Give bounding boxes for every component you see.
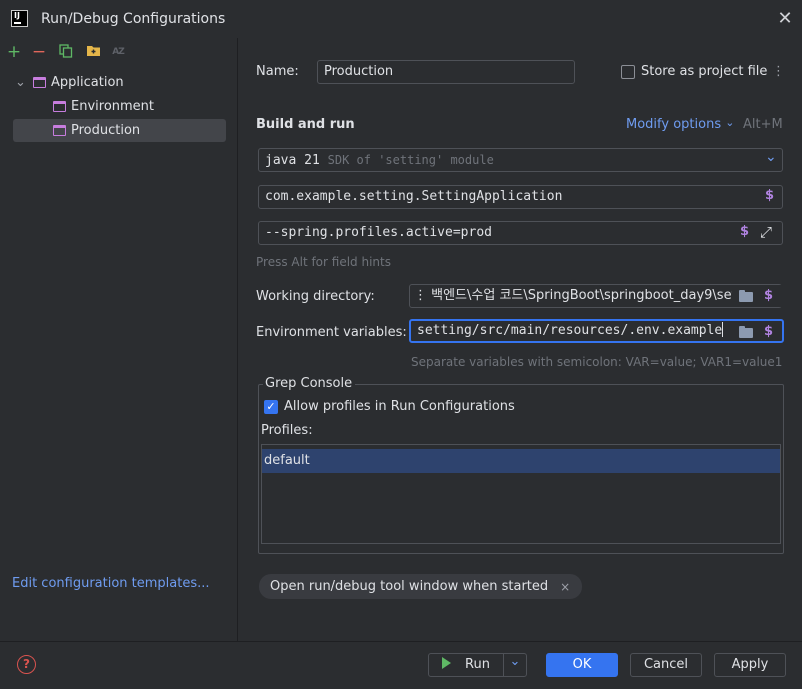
sdk-hint: SDK of 'setting' module bbox=[327, 153, 494, 167]
modify-options-shortcut: Alt+M bbox=[743, 117, 783, 132]
working-directory-value: ⋮ 백엔드\수업 코드\SpringBoot\springboot_day9\s… bbox=[414, 288, 762, 303]
allow-profiles-checkbox[interactable]: ✓ bbox=[264, 400, 278, 414]
tree-item-application[interactable]: ⌄ Application bbox=[13, 71, 226, 94]
intellij-logo-icon: IJ bbox=[11, 10, 28, 27]
copy-icon[interactable] bbox=[58, 44, 74, 60]
chip-label: Open run/debug tool window when started bbox=[270, 579, 549, 594]
macro-dollar-icon[interactable]: $ bbox=[764, 324, 773, 339]
folder-icon[interactable] bbox=[739, 290, 753, 302]
store-as-project-file-label: Store as project file bbox=[641, 64, 768, 79]
sort-alphabetically-icon[interactable]: AZ bbox=[110, 44, 126, 60]
tree-item-label: Production bbox=[71, 123, 141, 138]
section-title-build-and-run: Build and run bbox=[256, 117, 355, 132]
window-title: Run/Debug Configurations bbox=[41, 11, 226, 27]
application-icon bbox=[53, 101, 66, 112]
chevron-down-icon: ⌄ bbox=[725, 116, 735, 129]
environment-variables-label: Environment variables: bbox=[256, 325, 407, 340]
macro-dollar-icon[interactable]: $ bbox=[740, 224, 749, 239]
chevron-down-icon[interactable]: ⌄ bbox=[13, 76, 33, 89]
configurations-sidebar: + − AZ ⌄ Application Environment Product… bbox=[0, 38, 238, 641]
macro-dollar-icon[interactable]: $ bbox=[765, 188, 774, 203]
sdk-select[interactable]: java 21 SDK of 'setting' module bbox=[258, 148, 783, 172]
apply-button[interactable]: Apply bbox=[714, 653, 786, 677]
cancel-button[interactable]: Cancel bbox=[630, 653, 702, 677]
environment-variables-input[interactable]: setting/src/main/resources/.env.example bbox=[409, 319, 784, 343]
edit-configuration-templates-link[interactable]: Edit configuration templates... bbox=[12, 576, 210, 591]
text-cursor bbox=[722, 322, 724, 337]
run-dropdown-button[interactable]: ⌄ bbox=[503, 653, 527, 677]
kebab-menu-icon[interactable]: ⋮ bbox=[772, 64, 785, 79]
application-icon bbox=[53, 125, 66, 136]
expand-icon[interactable]: ⤢ bbox=[760, 223, 772, 241]
ok-button[interactable]: OK bbox=[546, 653, 618, 677]
main-class-input[interactable]: com.example.setting.SettingApplication bbox=[258, 185, 783, 209]
allow-profiles-label: Allow profiles in Run Configurations bbox=[284, 399, 515, 414]
profiles-label: Profiles: bbox=[261, 423, 313, 438]
help-icon[interactable]: ? bbox=[17, 655, 36, 674]
run-label: Run bbox=[465, 657, 490, 672]
program-arguments-input[interactable]: --spring.profiles.active=prod bbox=[258, 221, 783, 245]
modify-options-label: Modify options bbox=[626, 117, 722, 132]
logo-text: IJ bbox=[14, 11, 20, 20]
tree-item-label: Application bbox=[51, 75, 124, 90]
tree-item-production[interactable]: Production bbox=[13, 119, 226, 142]
name-label: Name: bbox=[256, 64, 299, 79]
field-hints-text: Press Alt for field hints bbox=[256, 255, 391, 269]
sdk-value: java 21 bbox=[265, 153, 320, 168]
remove-icon[interactable]: − bbox=[31, 44, 47, 61]
grep-console-title: Grep Console bbox=[263, 376, 356, 391]
environment-variables-value: setting/src/main/resources/.env.example bbox=[417, 323, 723, 338]
add-icon[interactable]: + bbox=[6, 44, 22, 61]
folder-icon[interactable] bbox=[739, 326, 753, 338]
run-button[interactable]: Run bbox=[428, 653, 504, 677]
store-as-project-file-checkbox[interactable] bbox=[621, 65, 635, 79]
application-icon bbox=[33, 77, 46, 88]
profile-list-item[interactable]: default bbox=[262, 449, 780, 473]
run-icon bbox=[442, 657, 452, 669]
open-tool-window-option-chip[interactable]: Open run/debug tool window when started … bbox=[259, 574, 583, 599]
macro-dollar-icon[interactable]: $ bbox=[764, 288, 773, 303]
chevron-down-icon[interactable]: ⌄ bbox=[765, 149, 777, 165]
tree-item-environment[interactable]: Environment bbox=[13, 95, 226, 118]
new-folder-icon[interactable] bbox=[85, 44, 101, 60]
working-directory-input[interactable]: ⋮ 백엔드\수업 코드\SpringBoot\springboot_day9\s… bbox=[409, 284, 782, 308]
environment-variables-hint: Separate variables with semicolon: VAR=v… bbox=[411, 355, 783, 369]
working-directory-label: Working directory: bbox=[256, 289, 375, 304]
close-icon[interactable]: ✕ bbox=[776, 10, 794, 28]
name-input[interactable]: Production bbox=[317, 60, 575, 84]
modify-options-link[interactable]: Modify options ⌄ bbox=[626, 116, 735, 132]
close-icon[interactable]: × bbox=[560, 580, 570, 594]
tree-item-label: Environment bbox=[71, 99, 155, 114]
